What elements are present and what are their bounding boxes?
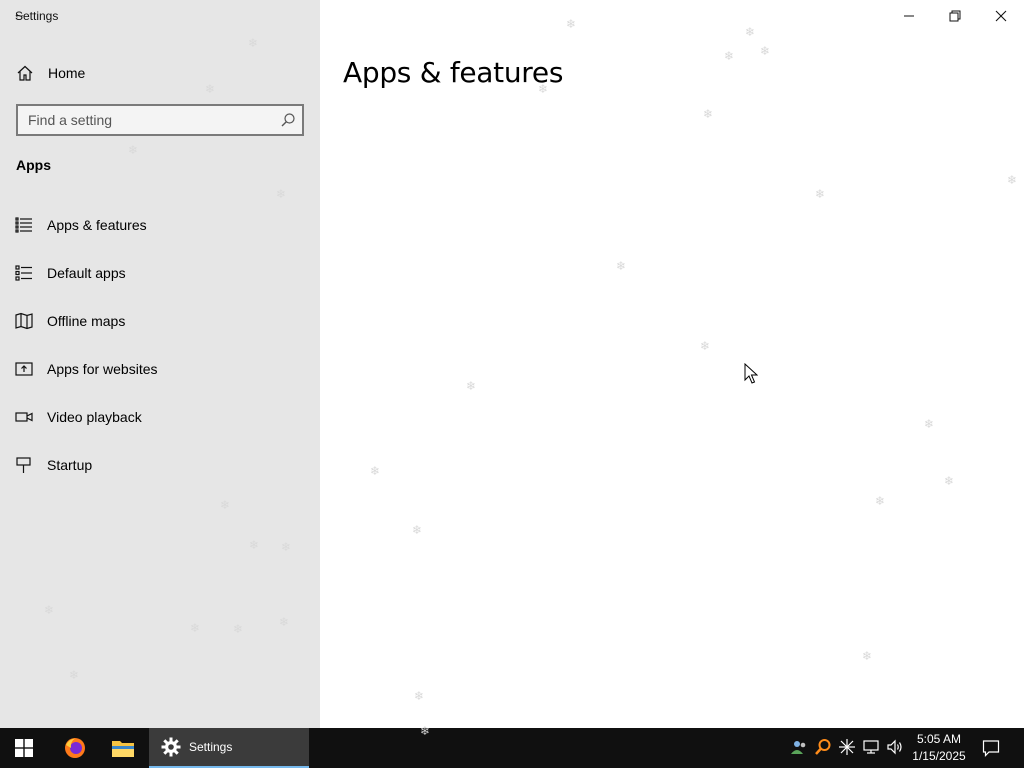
network-tray-icon[interactable] xyxy=(862,738,880,756)
home-icon xyxy=(17,65,33,81)
settings-window: ← Settings Home Apps xyxy=(0,0,1024,728)
sidebar-item-label: Offline maps xyxy=(47,313,126,329)
folder-icon xyxy=(112,741,134,757)
sidebar-item-apps-for-websites[interactable]: Apps for websites xyxy=(0,349,320,389)
sidebar-item-startup[interactable]: Startup xyxy=(0,445,320,485)
settings-taskbar-label: Settings xyxy=(189,740,233,754)
snowflake-icon: ❄ xyxy=(700,339,711,353)
snowflake-icon: ❄ xyxy=(233,622,244,636)
open-in-new-icon xyxy=(15,362,33,376)
restore-icon xyxy=(949,10,961,22)
sidebar-item-label: Video playback xyxy=(47,409,142,425)
snowflake-icon: ❄ xyxy=(44,603,55,617)
gear-icon xyxy=(161,737,181,757)
snowflake-icon: ❄ xyxy=(815,187,826,201)
snowflake-icon: ❄ xyxy=(566,17,577,31)
sidebar-item-video-playback[interactable]: Video playback xyxy=(0,397,320,437)
clock-date: 1/15/2025 xyxy=(912,749,966,763)
minimize-icon xyxy=(904,15,914,17)
snowflake-icon: ❄ xyxy=(616,259,627,273)
sidebar: ← Settings Home Apps xyxy=(0,0,320,728)
default-apps-icon xyxy=(15,265,32,281)
snowflake-icon: ❄ xyxy=(190,621,201,635)
map-icon xyxy=(15,312,33,330)
snowflake-icon: ❄ xyxy=(281,540,292,554)
snowflake-icon: ❄ xyxy=(760,44,771,58)
volume-tray-icon[interactable] xyxy=(886,738,904,756)
window-title: Settings xyxy=(15,9,59,23)
system-clock[interactable]: 5:05 AM 1/15/2025 xyxy=(906,731,972,765)
page-title: Apps & features xyxy=(343,56,564,89)
close-icon xyxy=(995,10,1007,22)
search-input[interactable] xyxy=(18,106,268,134)
taskbar: Settings ❄ 5:05 AM 1/15/2025 xyxy=(0,724,1024,768)
windows-logo-icon xyxy=(15,739,33,757)
sidebar-item-label: Apps for websites xyxy=(47,361,158,377)
snowflake-icon: ❄ xyxy=(370,464,381,478)
home-nav-item[interactable]: Home xyxy=(16,62,85,84)
snowflake-icon: ❄ xyxy=(279,615,290,629)
snowflake-icon: ❄ xyxy=(944,474,955,488)
snowflake-icon: ❄ xyxy=(248,36,259,50)
sidebar-item-label: Apps & features xyxy=(47,217,147,233)
snowflake-icon: ❄ xyxy=(128,143,139,157)
mouse-cursor-icon xyxy=(744,363,758,384)
file-explorer-taskbar-button[interactable] xyxy=(99,728,147,768)
snowflake-icon: ❄ xyxy=(276,187,287,201)
notification-center-icon[interactable] xyxy=(982,739,1000,757)
snowflake-icon: ❄ xyxy=(862,649,873,663)
sidebar-item-label: Default apps xyxy=(47,265,126,281)
startup-icon xyxy=(16,457,31,473)
firefox-icon xyxy=(65,738,85,758)
snowflake-icon: ❄ xyxy=(412,523,423,537)
snowflake-icon: ❄ xyxy=(703,107,714,121)
snowflake-icon: ❄ xyxy=(1007,173,1018,187)
snowflake-icon: ❄ xyxy=(466,379,477,393)
people-tray-icon[interactable] xyxy=(790,738,808,756)
sidebar-item-apps-features[interactable]: Apps & features xyxy=(0,205,320,245)
snowflake-icon: ❄ xyxy=(249,538,260,552)
sidebar-item-label: Startup xyxy=(47,457,93,473)
snowflake-icon: ❄ xyxy=(924,417,935,431)
snowflake-icon: ❄ xyxy=(745,25,756,39)
home-label: Home xyxy=(48,65,86,81)
sidebar-item-default-apps[interactable]: Default apps xyxy=(0,253,320,293)
snowflake-icon: ❄ xyxy=(205,82,216,96)
minimize-button[interactable] xyxy=(886,0,932,32)
list-icon xyxy=(15,217,32,233)
search-icon[interactable] xyxy=(280,112,296,128)
restore-button[interactable] xyxy=(932,0,978,32)
search-box[interactable] xyxy=(16,104,304,136)
snowflake-icon: ❄ xyxy=(69,668,80,682)
sparkle-tray-icon[interactable] xyxy=(838,738,856,756)
close-button[interactable] xyxy=(978,0,1024,32)
snowflake-icon: ❄ xyxy=(875,494,886,508)
clock-time: 5:05 AM xyxy=(916,732,962,746)
section-title: Apps xyxy=(16,157,51,173)
snowflake-icon: ❄ xyxy=(220,498,231,512)
sidebar-item-offline-maps[interactable]: Offline maps xyxy=(0,301,320,341)
snowflake-icon: ❄ xyxy=(414,689,425,703)
settings-taskbar-button[interactable]: Settings xyxy=(149,728,309,768)
snowflake-icon: ❄ xyxy=(724,49,735,63)
video-icon xyxy=(15,412,33,422)
search-tray-icon[interactable] xyxy=(814,738,832,756)
firefox-taskbar-button[interactable] xyxy=(51,728,99,768)
start-button[interactable] xyxy=(0,728,48,768)
